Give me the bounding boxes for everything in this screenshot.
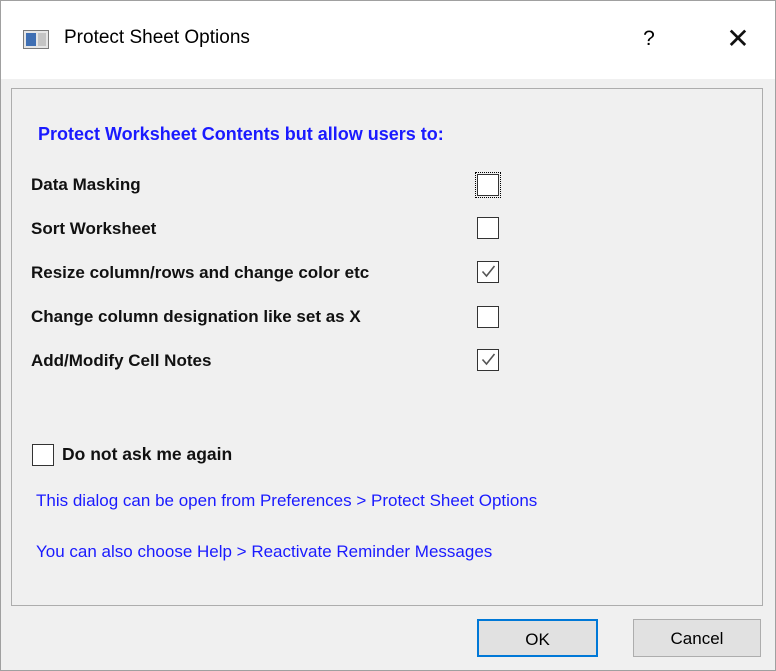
do-not-ask-again-label[interactable]: Do not ask me again <box>62 444 232 465</box>
option-label-data-masking: Data Masking <box>31 175 141 194</box>
help-button[interactable]: ? <box>629 21 669 57</box>
dialog-title: Protect Sheet Options <box>64 27 250 48</box>
option-label-column-designation: Change column designation like set as X <box>31 307 361 326</box>
option-label-sort-worksheet: Sort Worksheet <box>31 219 157 238</box>
options-panel: Protect Worksheet Contents but allow use… <box>11 88 763 606</box>
info-preferences-path: This dialog can be open from Preferences… <box>36 491 538 510</box>
checkbox-column-designation[interactable] <box>477 306 499 328</box>
close-button[interactable]: ✕ <box>717 19 759 59</box>
ok-button[interactable]: OK <box>477 619 598 657</box>
option-label-cell-notes: Add/Modify Cell Notes <box>31 351 212 370</box>
option-label-resize-columns: Resize column/rows and change color etc <box>31 263 370 282</box>
title-bar: Protect Sheet Options ? ✕ <box>1 1 775 79</box>
app-window-icon <box>23 30 49 49</box>
checkmark-icon <box>481 265 496 278</box>
checkbox-cell-notes[interactable] <box>477 349 499 371</box>
info-reactivate-reminders: You can also choose Help > Reactivate Re… <box>36 542 493 561</box>
checkbox-sort-worksheet[interactable] <box>477 217 499 239</box>
checkbox-data-masking[interactable] <box>475 172 501 198</box>
checkbox-resize-columns[interactable] <box>477 261 499 283</box>
do-not-ask-again-checkbox[interactable] <box>32 444 54 466</box>
options-heading: Protect Worksheet Contents but allow use… <box>38 124 444 144</box>
checkmark-icon <box>481 353 496 366</box>
protect-sheet-options-dialog: Protect Sheet Options ? ✕ Protect Worksh… <box>0 0 776 671</box>
cancel-button[interactable]: Cancel <box>633 619 761 657</box>
